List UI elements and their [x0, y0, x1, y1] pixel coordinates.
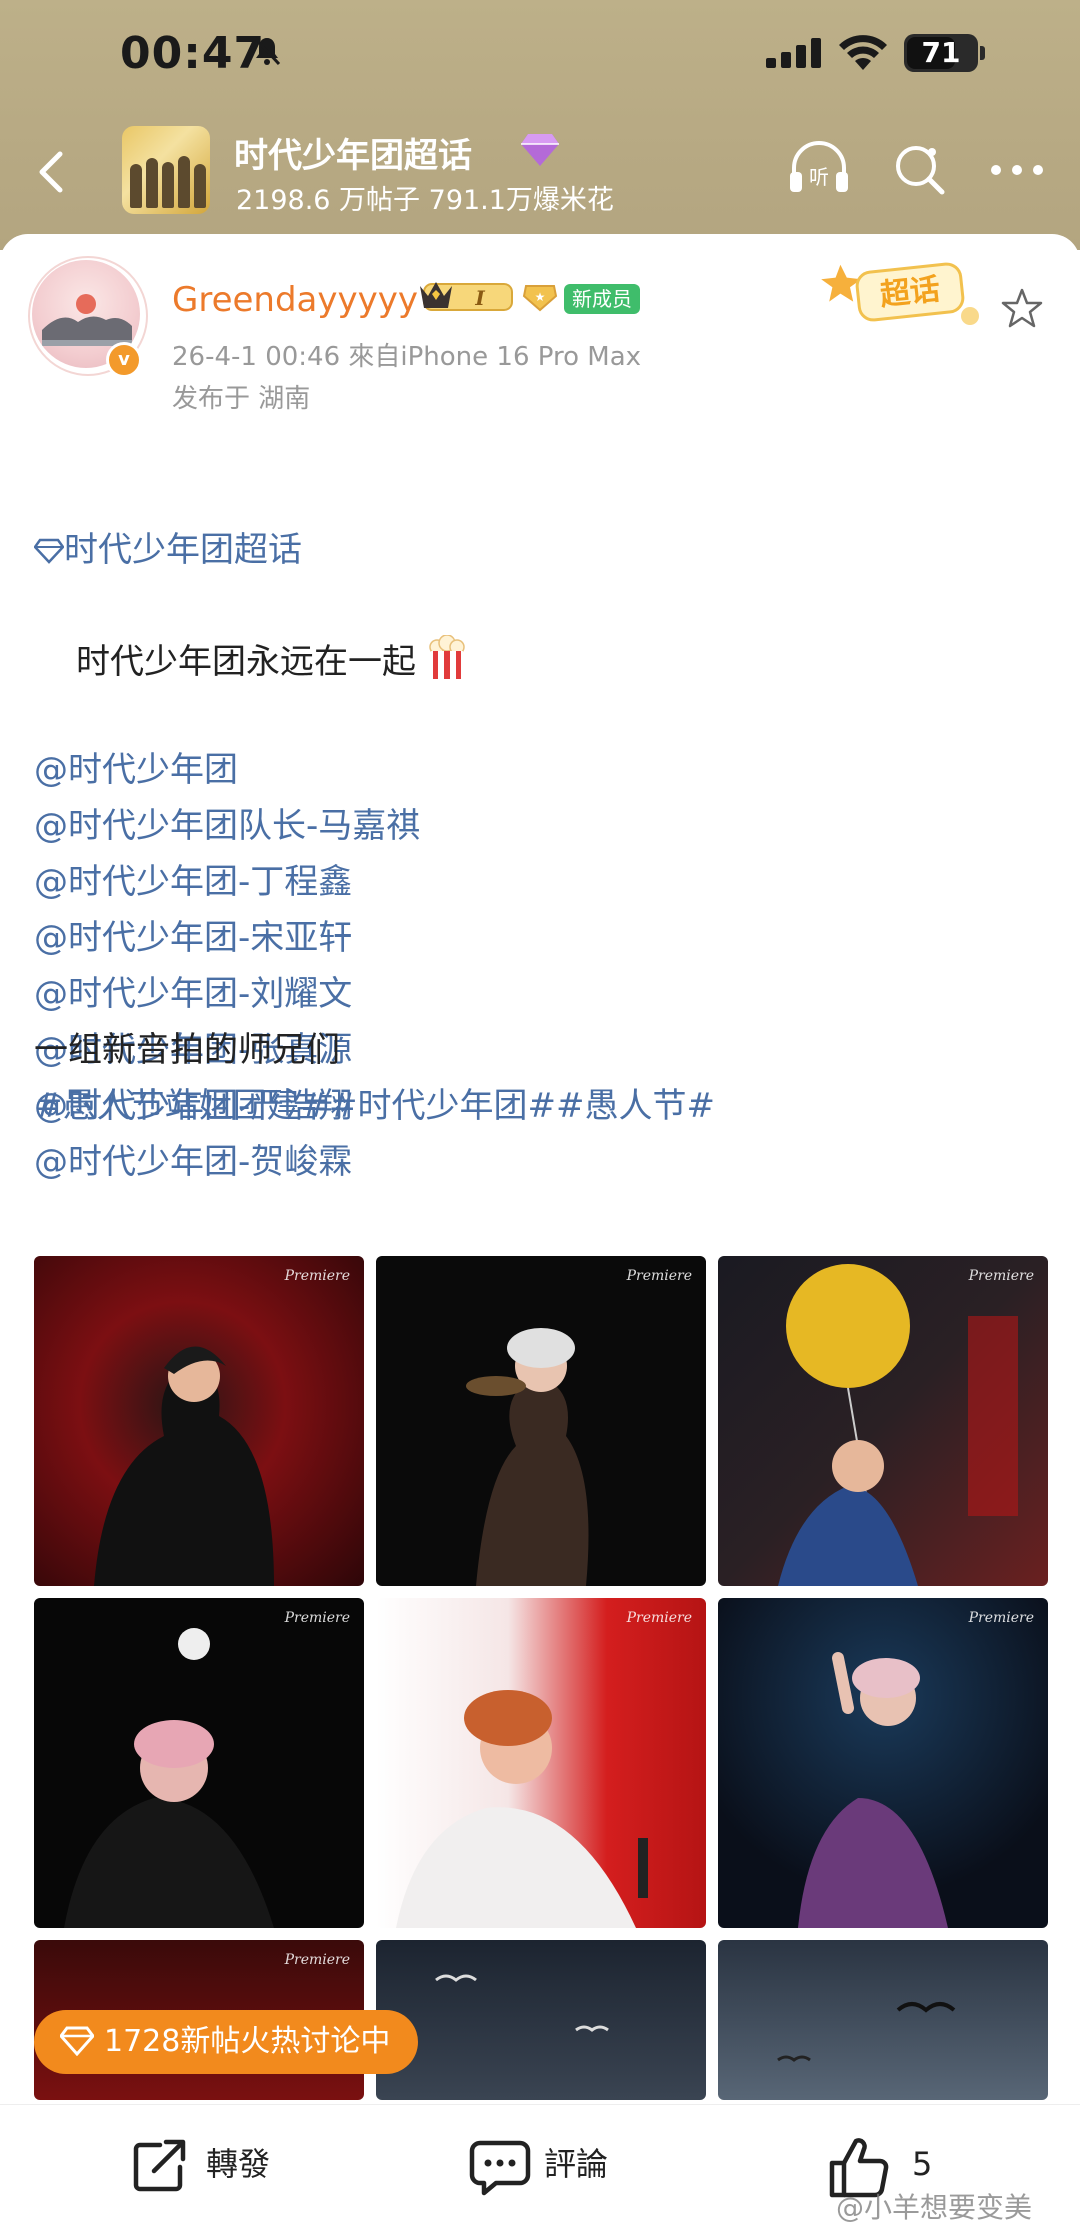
- mention-link[interactable]: @时代少年团: [34, 742, 238, 798]
- member-level-icon: ★: [522, 285, 558, 312]
- image-source-watermark: @小羊想要变美: [836, 2191, 1033, 2224]
- chaohua-diamond-icon: [33, 538, 65, 564]
- battery-percent: 71: [921, 36, 961, 69]
- hot-discussion-text: 1728新帖火热讨论中: [104, 2024, 391, 2059]
- back-arrow-icon[interactable]: [24, 142, 84, 202]
- post-hashtags[interactable]: #愚人节站姐团建##时代少年团##愚人节#: [34, 1078, 715, 1134]
- diamond-icon: [60, 2026, 94, 2056]
- comment-label: 評論: [544, 2145, 609, 2183]
- repost-label: 轉發: [206, 2145, 271, 2183]
- mention-link[interactable]: @时代少年团-刘耀文: [34, 966, 352, 1022]
- image-watermark: Premiere: [626, 1268, 692, 1284]
- popcorn-emoji-icon: [429, 634, 465, 679]
- battery-nub: [980, 46, 985, 60]
- new-member-badge: 新成员: [564, 284, 640, 314]
- image-watermark: Premiere: [284, 1610, 350, 1626]
- listen-headphones-icon[interactable]: 听: [786, 138, 852, 198]
- mention-link[interactable]: @时代少年团-丁程鑫: [34, 854, 352, 910]
- post-card: v Greendayyyyy I ★ 新成员 26-4-1 00:46 來自iP…: [0, 234, 1080, 2104]
- battery-indicator: 71: [904, 34, 978, 72]
- silent-bell-icon: [253, 36, 281, 66]
- post-caption: 一组新音拍的师兄们: [34, 1030, 340, 1070]
- topic-avatar[interactable]: [122, 126, 210, 214]
- topic-title[interactable]: 时代少年团超话: [234, 128, 472, 177]
- hot-discussion-pill[interactable]: 1728新帖火热讨论中: [34, 2010, 419, 2074]
- post-image-5[interactable]: Premiere: [376, 1598, 706, 1928]
- post-image-8[interactable]: [376, 1940, 706, 2100]
- repost-icon: [133, 2139, 186, 2192]
- topic-link[interactable]: 时代少年团超话: [33, 522, 302, 578]
- post-image-4[interactable]: Premiere: [34, 1598, 364, 1928]
- favorite-star-icon[interactable]: [1000, 286, 1044, 330]
- diamond-gem-icon: [521, 134, 559, 166]
- mention-link[interactable]: @时代少年团-贺峻霖: [34, 1134, 352, 1190]
- topic-stats: 2198.6 万帖子 791.1万爆米花: [236, 185, 614, 216]
- post-image-6[interactable]: Premiere: [718, 1598, 1048, 1928]
- svg-text:听: 听: [809, 165, 829, 189]
- post-image-9[interactable]: [718, 1940, 1048, 2100]
- content-text: 时代少年团永远在一起: [76, 642, 416, 682]
- image-watermark: Premiere: [968, 1268, 1034, 1284]
- status-time: 00:47: [120, 28, 266, 79]
- sticker-text: 超话: [878, 272, 941, 313]
- post-content-line: 时代少年团永远在一起: [76, 634, 467, 690]
- topic-header: 时代少年团超话 2198.6 万帖子 791.1万爆米花 听: [0, 120, 1080, 240]
- post-timestamp-source: 26-4-1 00:46 來自iPhone 16 Pro Max: [172, 342, 642, 372]
- repost-button[interactable]: 轉發: [130, 2129, 310, 2199]
- crown-level-badge: I: [420, 282, 513, 311]
- image-watermark: Premiere: [968, 1610, 1034, 1626]
- post-location: 发布于 湖南: [172, 384, 311, 414]
- username[interactable]: Greendayyyyy: [172, 280, 418, 320]
- post-image-1[interactable]: Premiere: [34, 1256, 364, 1586]
- mention-link[interactable]: @时代少年团-宋亚轩: [34, 910, 352, 966]
- mention-link[interactable]: @时代少年团队长-马嘉祺: [34, 798, 420, 854]
- status-bar: 00:47 71: [0, 0, 1080, 110]
- comment-button[interactable]: 評論: [468, 2129, 648, 2199]
- image-watermark: Premiere: [284, 1268, 350, 1284]
- cellular-signal-icon: [766, 38, 821, 68]
- comment-icon: [469, 2140, 531, 2196]
- chaohua-sticker: 超话: [821, 262, 979, 325]
- wifi-icon: [839, 35, 887, 70]
- more-options-icon[interactable]: [990, 164, 1044, 176]
- image-watermark: Premiere: [626, 1610, 692, 1626]
- topic-link-text: 时代少年团超话: [64, 530, 302, 570]
- post-image-3[interactable]: Premiere: [718, 1256, 1048, 1586]
- post-image-2[interactable]: Premiere: [376, 1256, 706, 1586]
- level-badge-text: I: [474, 286, 485, 310]
- svg-text:★: ★: [535, 290, 546, 304]
- search-icon[interactable]: [892, 142, 948, 198]
- image-watermark: Premiere: [284, 1952, 350, 1968]
- verified-badge: v: [106, 342, 142, 378]
